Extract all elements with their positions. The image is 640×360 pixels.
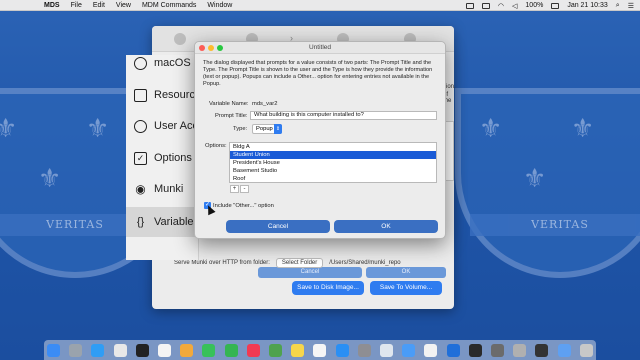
maps-icon[interactable]	[269, 343, 283, 357]
sidebar-item-variables[interactable]: {} Variables	[126, 207, 199, 237]
ok-button[interactable]: OK	[334, 220, 438, 233]
options-list[interactable]: Bldg A Student Union President's House B…	[229, 142, 437, 183]
select-folder-button[interactable]: Select Folder	[275, 258, 324, 268]
volume-icon[interactable]: ◁	[512, 2, 517, 10]
variable-dialog: Untitled The dialog displayed that promp…	[194, 41, 446, 239]
option-item[interactable]: President's House	[230, 159, 436, 167]
menu-view[interactable]: View	[116, 2, 131, 9]
add-option-button[interactable]: +	[230, 185, 239, 193]
option-item-selected[interactable]: Student Union	[230, 151, 436, 159]
sidebar-item-label: Munki	[154, 183, 184, 195]
background-ok-button[interactable]: OK	[366, 267, 446, 278]
safari-icon[interactable]	[91, 343, 105, 357]
menu-bar: MDS File Edit View MDM Commands Window ◠…	[0, 0, 640, 11]
sidebar-item-options[interactable]: ✓ Options	[134, 145, 192, 171]
option-item[interactable]: Bldg A	[230, 143, 436, 151]
textedit-icon[interactable]	[424, 343, 438, 357]
menu-mdm-commands[interactable]: MDM Commands	[142, 2, 196, 9]
menu-window[interactable]: Window	[207, 2, 232, 9]
background-cancel-button[interactable]: Cancel	[258, 267, 362, 278]
macos-icon	[134, 56, 147, 70]
user-accounts-icon	[134, 119, 147, 133]
system-preferences-icon[interactable]	[357, 343, 371, 357]
remove-option-button[interactable]: -	[240, 185, 249, 193]
dock	[44, 340, 596, 360]
save-to-disk-image-button[interactable]: Save to Disk Image...	[292, 281, 364, 295]
launchpad-icon[interactable]	[69, 343, 83, 357]
include-other-label: Include "Other..." option	[213, 203, 274, 209]
battery-icon	[551, 2, 560, 9]
dialog-titlebar: Untitled	[195, 42, 445, 54]
folder-path: /Users/Shared/munki_repo	[329, 260, 401, 266]
menubar-clock[interactable]: Jan 21 10:33	[567, 2, 607, 9]
type-popup[interactable]: Popup ⇕	[252, 124, 282, 134]
preview-icon[interactable]	[380, 343, 394, 357]
menu-edit[interactable]: Edit	[93, 2, 105, 9]
prompt-title-field[interactable]: What building is this computer installed…	[250, 111, 437, 120]
sidebar-item-resources[interactable]: Resources	[134, 82, 198, 108]
utility-icon[interactable]	[535, 343, 549, 357]
screen-share-icon[interactable]	[465, 2, 474, 9]
option-item[interactable]: Basement Studio	[230, 167, 436, 175]
checkbox-icon: ✓	[134, 151, 147, 165]
mds-icon[interactable]	[491, 343, 505, 357]
activity-monitor-icon[interactable]	[468, 343, 482, 357]
display-icon[interactable]	[481, 2, 490, 9]
toolbar-icon-1[interactable]	[174, 33, 186, 45]
mail-icon[interactable]	[402, 343, 416, 357]
sidebar-item-user-accounts[interactable]: User Accounts	[134, 113, 198, 139]
popup-arrows-icon: ⇕	[274, 124, 282, 134]
serve-munki-row: Serve Munki over HTTP from folder: Selec…	[174, 258, 444, 268]
sidebar-item-label: Options	[154, 152, 192, 164]
option-item[interactable]: Roof	[230, 175, 436, 183]
dialog-description: The dialog displayed that prompts for a …	[203, 60, 433, 87]
messages-icon[interactable]	[202, 343, 216, 357]
menu-file[interactable]: File	[71, 2, 82, 9]
options-label: Options:	[205, 143, 227, 149]
prompt-title-label: Prompt Title:	[215, 113, 248, 119]
chrome-icon[interactable]	[113, 343, 127, 357]
xcode-icon[interactable]	[446, 343, 460, 357]
variable-name-value: mds_var2	[252, 101, 278, 107]
type-popup-value: Popup	[256, 126, 273, 132]
terminal-icon[interactable]	[135, 343, 149, 357]
crest-right: ⚜ ⚜ ⚜	[455, 88, 640, 278]
variable-name-label: Variable Name:	[209, 101, 249, 107]
notes-icon[interactable]	[291, 343, 305, 357]
wallpaper-banner-right: VERITAS	[470, 214, 640, 236]
sidebar-item-macos[interactable]: macOS	[134, 55, 191, 76]
sidebar-item-munki[interactable]: ◉ Munki	[134, 176, 183, 202]
briefcase-icon	[134, 88, 147, 102]
sidebar: macOS Resources User Accounts ✓ Options …	[126, 55, 199, 260]
type-label: Type:	[233, 126, 248, 132]
battery-percent: 100%	[525, 2, 544, 9]
save-to-volume-button[interactable]: Save To Volume...	[370, 281, 442, 295]
photos-icon[interactable]	[180, 343, 194, 357]
notification-center-icon[interactable]: ☰	[628, 2, 634, 10]
menubar-status-area: ◠ ◁ 100% Jan 21 10:33 ⌕ ☰	[465, 0, 634, 11]
wifi-icon[interactable]: ◠	[498, 2, 504, 10]
munki-eye-icon: ◉	[135, 182, 146, 196]
serve-munki-label: Serve Munki over HTTP from folder:	[174, 260, 270, 266]
spotlight-icon[interactable]: ⌕	[616, 2, 620, 10]
curly-braces-icon: {}	[136, 215, 145, 228]
reminders-icon[interactable]	[313, 343, 327, 357]
keychain-icon[interactable]	[513, 343, 527, 357]
music-icon[interactable]	[246, 343, 260, 357]
menu-mds[interactable]: MDS	[44, 2, 60, 9]
downloads-icon[interactable]	[557, 343, 571, 357]
sidebar-item-label: User Accounts	[154, 120, 198, 132]
dialog-title: Untitled	[308, 44, 332, 51]
calendar-icon[interactable]	[158, 343, 172, 357]
app-store-icon[interactable]	[335, 343, 349, 357]
finder-icon[interactable]	[47, 343, 60, 357]
trash-icon[interactable]	[579, 343, 593, 357]
sidebar-item-label: Variables	[154, 216, 199, 228]
sidebar-item-label: Resources	[154, 89, 198, 101]
cancel-button[interactable]: Cancel	[226, 220, 330, 233]
facetime-icon[interactable]	[224, 343, 238, 357]
sidebar-item-label: macOS	[154, 57, 191, 69]
